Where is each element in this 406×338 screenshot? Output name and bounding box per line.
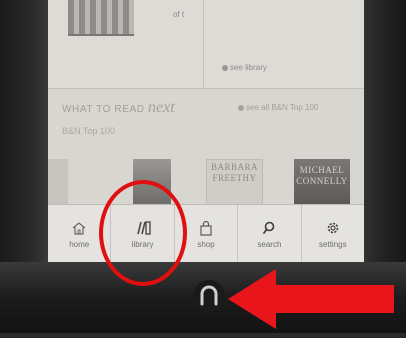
see-library-label: see library	[230, 63, 267, 72]
bullet-icon	[222, 65, 228, 71]
nav-search-label: search	[257, 240, 282, 249]
book-cover[interactable]	[48, 159, 68, 204]
book-cover-text: MICHAEL CONNELLY	[296, 165, 348, 186]
current-book-cover[interactable]	[68, 0, 134, 36]
see-library-link[interactable]: see library	[222, 63, 267, 72]
nav-settings-button[interactable]: settings	[302, 205, 364, 262]
what-to-read-next-panel: WHAT TO READ next see all B&N Top 100 B&…	[48, 89, 364, 206]
nav-settings-label: settings	[319, 240, 347, 249]
home-icon	[71, 219, 87, 237]
see-all-top-100-link[interactable]: see all B&N Top 100	[238, 103, 318, 112]
panel-divider	[203, 0, 204, 88]
bottom-nav-bar: home library shop search settings	[48, 204, 364, 262]
section-title: WHAT TO READ next	[62, 99, 175, 117]
see-all-label: see all B&N Top 100	[246, 103, 319, 112]
reading-progress-text: of t	[173, 10, 185, 19]
shop-icon	[199, 219, 213, 237]
library-highlight-circle	[99, 180, 187, 286]
bullet-icon	[238, 105, 244, 111]
book-cover[interactable]: MICHAEL CONNELLY	[294, 159, 350, 204]
book-cover-text: BARBARA FREETHY	[210, 162, 258, 183]
red-arrow-annotation	[228, 265, 406, 338]
nav-home-label: home	[69, 240, 90, 249]
settings-icon	[326, 219, 340, 237]
n-home-hardware-button[interactable]	[191, 278, 227, 314]
search-icon	[262, 219, 276, 237]
book-cover[interactable]: BARBARA FREETHY	[206, 159, 263, 206]
section-title-suffix: next	[147, 99, 175, 116]
e-reader-screen: of t see library WHAT TO READ next see a…	[48, 0, 364, 262]
section-title-prefix: WHAT TO READ	[62, 104, 145, 115]
list-name: B&N Top 100	[62, 126, 115, 136]
current-reading-panel: of t see library	[48, 0, 364, 89]
nav-search-button[interactable]: search	[238, 205, 302, 262]
nav-shop-label: shop	[197, 240, 215, 249]
